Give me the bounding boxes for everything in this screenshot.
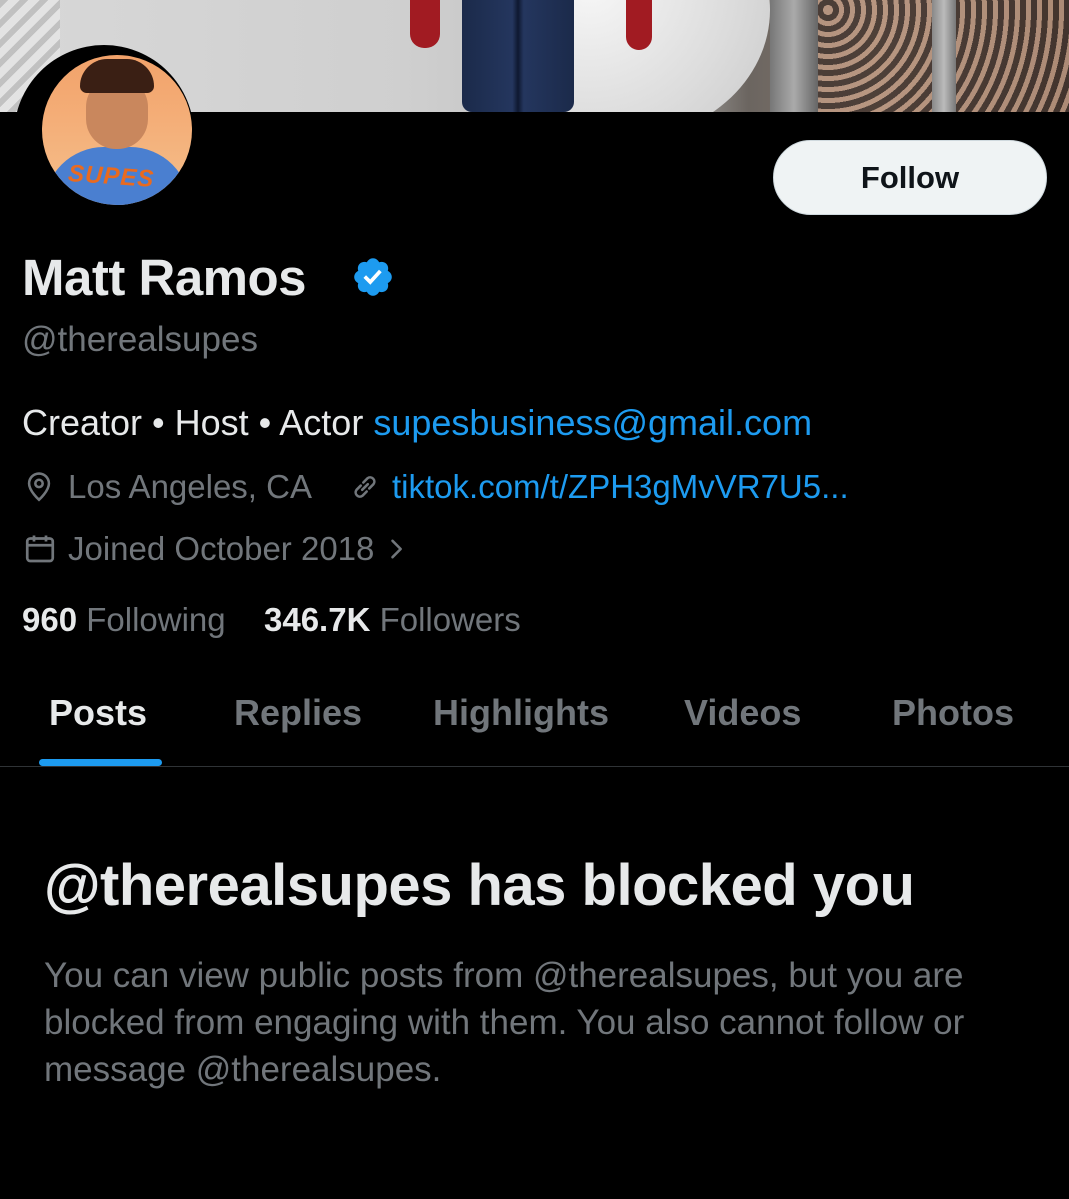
following-label: Following bbox=[86, 601, 226, 638]
avatar[interactable]: SUPES bbox=[14, 45, 194, 225]
profile-name: Matt Ramos bbox=[22, 249, 307, 306]
tab-posts[interactable]: Posts bbox=[49, 692, 147, 734]
followers-label: Followers bbox=[379, 601, 521, 638]
profile-tabs: Posts Replies Highlights Videos Photos bbox=[0, 680, 1069, 767]
calendar-icon bbox=[25, 535, 55, 563]
followers-link[interactable]: 346.7K Followers bbox=[264, 601, 521, 638]
profile-website-link[interactable]: tiktok.com/t/ZPH3gMvVR7U5... bbox=[392, 468, 849, 506]
tab-replies[interactable]: Replies bbox=[234, 692, 362, 734]
chevron-right-icon bbox=[391, 539, 403, 559]
avatar-image: SUPES bbox=[42, 55, 192, 205]
following-link[interactable]: 960 Following bbox=[22, 601, 226, 638]
blocked-description: You can view public posts from @thereals… bbox=[44, 956, 965, 1089]
banner-glove-left bbox=[410, 0, 440, 48]
banner-glove-right bbox=[626, 0, 652, 50]
link-icon bbox=[354, 476, 376, 498]
banner-pole-2 bbox=[932, 0, 956, 112]
profile-location: Los Angeles, CA bbox=[68, 468, 312, 505]
profile-handle: @therealsupes bbox=[22, 320, 258, 359]
follow-button[interactable]: Follow bbox=[773, 140, 1047, 215]
bio-text: Creator • Host • Actor bbox=[22, 402, 374, 443]
profile-bio: Creator • Host • Actor supesbusiness@gma… bbox=[22, 402, 812, 444]
banner-pole bbox=[770, 0, 818, 112]
banner-figure bbox=[462, 0, 574, 112]
tab-highlights[interactable]: Highlights bbox=[433, 692, 609, 734]
followers-count: 346.7K bbox=[263, 601, 371, 638]
active-tab-indicator bbox=[39, 759, 162, 766]
location-pin-icon bbox=[27, 472, 51, 502]
verified-badge-icon[interactable] bbox=[351, 255, 395, 299]
profile-meta-location-website: Los Angeles, CA tiktok.com/t/ZPH3gMvVR7U… bbox=[22, 468, 849, 506]
profile-meta-joined[interactable]: Joined October 2018 bbox=[22, 530, 410, 568]
avatar-shirt-text: SUPES bbox=[67, 160, 156, 193]
profile-stats: 960 Following 346.7K Followers bbox=[22, 601, 521, 639]
tab-photos[interactable]: Photos bbox=[892, 692, 1014, 734]
avatar-hair bbox=[80, 59, 154, 93]
following-count: 960 bbox=[22, 601, 78, 638]
tab-videos[interactable]: Videos bbox=[684, 692, 801, 734]
bio-email-link[interactable]: supesbusiness@gmail.com bbox=[373, 402, 812, 443]
profile-joined-date: Joined October 2018 bbox=[68, 530, 375, 567]
blocked-title: @therealsupes has blocked you bbox=[44, 853, 915, 918]
